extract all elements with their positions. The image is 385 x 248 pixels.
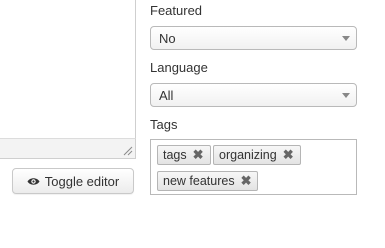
featured-selected-value: No xyxy=(159,30,176,46)
eye-icon xyxy=(27,177,40,186)
chevron-down-icon xyxy=(342,36,350,41)
tag-chip: tags ✖ xyxy=(157,145,211,165)
tag-label: tags xyxy=(163,148,187,162)
featured-select[interactable]: No xyxy=(150,26,357,50)
close-icon[interactable]: ✖ xyxy=(241,173,252,189)
tags-input[interactable]: tags ✖ organizing ✖ new features ✖ xyxy=(150,139,357,195)
tag-label: new features xyxy=(163,174,235,188)
post-settings-panel: Toggle editor Featured No Language All T… xyxy=(0,0,385,248)
featured-label: Featured xyxy=(150,3,203,18)
chevron-down-icon xyxy=(342,93,350,98)
tags-label: Tags xyxy=(150,117,178,132)
language-label: Language xyxy=(150,60,208,75)
toggle-editor-button[interactable]: Toggle editor xyxy=(12,168,134,194)
editor-textarea[interactable] xyxy=(0,0,136,139)
tag-chip: new features ✖ xyxy=(157,171,259,191)
toggle-editor-label: Toggle editor xyxy=(44,173,120,189)
tag-chip: organizing ✖ xyxy=(213,145,301,165)
editor-footer xyxy=(0,138,136,159)
close-icon[interactable]: ✖ xyxy=(283,147,294,163)
tag-label: organizing xyxy=(219,148,277,162)
language-selected-value: All xyxy=(159,87,174,103)
resize-grip-icon[interactable] xyxy=(123,146,133,156)
language-select[interactable]: All xyxy=(150,83,357,107)
close-icon[interactable]: ✖ xyxy=(193,147,204,163)
